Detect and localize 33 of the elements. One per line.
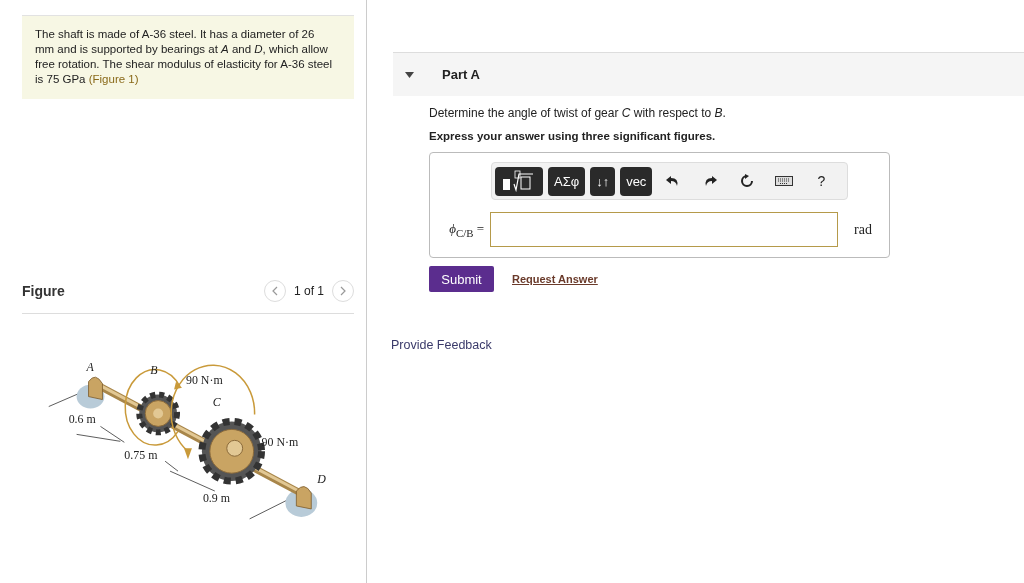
help-button[interactable]: ? bbox=[805, 166, 838, 196]
reset-icon bbox=[740, 174, 755, 188]
figure-label: 0.75 m bbox=[124, 447, 158, 462]
instruction-text: Express your answer using three significant figures. bbox=[429, 130, 717, 142]
chevron-left-icon bbox=[270, 285, 279, 296]
question-text: Determine the angle of twist of gear C with respect to B. bbox=[429, 106, 727, 120]
chevron-right-icon bbox=[339, 285, 347, 296]
answer-label: ϕ$_{C/B}$ = bbox=[448, 220, 485, 239]
collapse-icon[interactable] bbox=[405, 71, 414, 78]
redo-icon bbox=[703, 175, 718, 187]
figure-label: C bbox=[212, 394, 221, 409]
page-counter: 1 of 1 bbox=[293, 283, 324, 298]
figure-label: 90 N·m bbox=[186, 372, 223, 387]
problem-text: The shaft is made of A-36 steel. It has a diameter of 26 mm and is supported by bearings at A and D, which allow free rotation. The shear modulus of elasticity for A-36 steel is 75 GPa (Figure 1) bbox=[35, 27, 334, 87]
figure-label: D bbox=[317, 471, 326, 486]
unit-label: rad bbox=[854, 221, 872, 238]
part-title: Part A bbox=[442, 67, 480, 82]
feedback-link[interactable]: Provide Feedback bbox=[391, 338, 492, 352]
symbol-button[interactable]: vec bbox=[620, 166, 653, 196]
request-answer-link[interactable]: Request Answer bbox=[512, 273, 598, 285]
figure-label: 0.9 m bbox=[202, 490, 231, 505]
figure-link[interactable]: (Figure 1) bbox=[88, 73, 139, 85]
templates-button[interactable] bbox=[495, 166, 543, 196]
keyboard-icon bbox=[775, 176, 794, 186]
symbol-button[interactable]: ↓↑ bbox=[590, 166, 616, 196]
figure-label: A bbox=[86, 359, 94, 374]
submit-button[interactable]: Submit bbox=[429, 266, 494, 292]
figure-label: 0.6 m bbox=[68, 411, 96, 426]
part-header[interactable]: Part A bbox=[393, 52, 1024, 96]
symbol-button[interactable]: ΑΣφ bbox=[548, 166, 586, 196]
answer-field[interactable] bbox=[490, 212, 838, 247]
figure-title: Figure bbox=[22, 282, 65, 299]
figure-label: 90 N·m bbox=[261, 434, 299, 449]
